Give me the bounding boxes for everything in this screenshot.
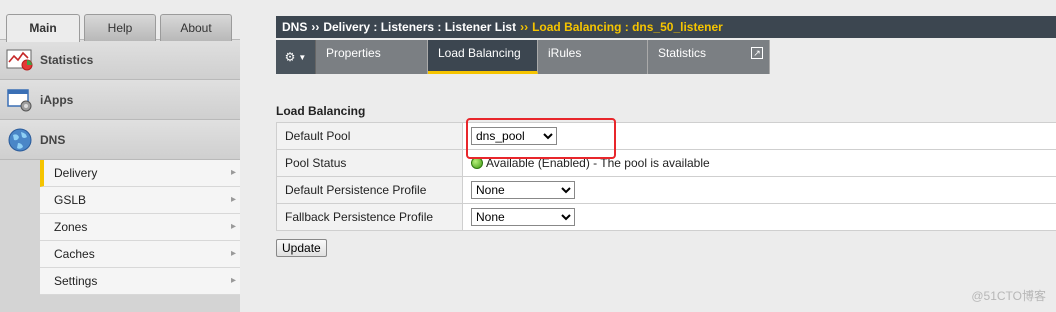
breadcrumb-separator: ›› xyxy=(311,20,320,34)
tab-statistics-label: Statistics xyxy=(658,46,707,60)
fallback-persistence-cell: None xyxy=(462,203,1056,231)
pool-status-value: Available (Enabled) - The pool is availa… xyxy=(486,156,710,170)
submenu-item-caches[interactable]: Caches ▸ xyxy=(40,241,240,268)
gear-menu-button[interactable]: ⚙ ▼ xyxy=(276,40,316,74)
object-tab-bar: ⚙ ▼ Properties Load Balancing iRules Stat… xyxy=(276,40,770,74)
load-balancing-form: Load Balancing Default Pool dns_pool Poo… xyxy=(276,104,1056,257)
top-tab-bar: Main Help About xyxy=(0,0,240,42)
breadcrumb: DNS ›› Delivery : Listeners : Listener Lis… xyxy=(276,16,1056,38)
fallback-persistence-label: Fallback Persistence Profile xyxy=(276,203,463,231)
submenu-item-label: GSLB xyxy=(54,193,87,207)
status-available-icon xyxy=(471,157,483,169)
chevron-right-icon: ▸ xyxy=(230,248,236,259)
submenu-item-zones[interactable]: Zones ▸ xyxy=(40,214,240,241)
default-persistence-select[interactable]: None xyxy=(471,181,575,199)
tab-about[interactable]: About xyxy=(160,14,232,41)
table-row: Fallback Persistence Profile None xyxy=(276,203,1056,231)
caret-down-icon: ▼ xyxy=(298,52,307,62)
tab-properties[interactable]: Properties xyxy=(316,40,428,74)
nav-statistics[interactable]: Statistics xyxy=(0,40,240,80)
table-row: Default Pool dns_pool xyxy=(276,122,1056,150)
breadcrumb-separator: ›› xyxy=(520,20,529,34)
tab-irules[interactable]: iRules xyxy=(538,40,648,74)
default-pool-label: Default Pool xyxy=(276,122,463,150)
table-row: Pool Status Available (Enabled) - The po… xyxy=(276,149,1056,177)
dns-submenu: Delivery ▸ GSLB ▸ Zones ▸ Caches ▸ Setti… xyxy=(0,160,240,299)
submenu-item-delivery[interactable]: Delivery ▸ xyxy=(40,160,240,187)
tab-statistics[interactable]: Statistics ↗ xyxy=(648,40,770,74)
iapps-icon xyxy=(6,86,34,114)
chevron-right-icon: ▸ xyxy=(230,221,236,232)
submenu-item-settings[interactable]: Settings ▸ xyxy=(40,268,240,295)
nav-dns[interactable]: DNS xyxy=(0,120,240,160)
default-pool-cell: dns_pool xyxy=(462,122,1056,150)
pool-status-cell: Available (Enabled) - The pool is availa… xyxy=(462,149,1056,177)
globe-icon xyxy=(6,126,34,154)
chevron-right-icon: ▸ xyxy=(230,194,236,205)
watermark: @51CTO博客 xyxy=(971,289,1046,303)
pool-status-label: Pool Status xyxy=(276,149,463,177)
tab-help[interactable]: Help xyxy=(84,14,156,41)
submenu-item-gslb[interactable]: GSLB ▸ xyxy=(40,187,240,214)
statistics-icon xyxy=(6,46,34,74)
popout-icon[interactable]: ↗ xyxy=(751,47,763,59)
default-persistence-cell: None xyxy=(462,176,1056,204)
fallback-persistence-select[interactable]: None xyxy=(471,208,575,226)
breadcrumb-dns[interactable]: DNS xyxy=(282,20,307,34)
tab-load-balancing[interactable]: Load Balancing xyxy=(428,40,538,74)
main-panel: DNS ›› Delivery : Listeners : Listener Lis… xyxy=(240,0,1056,312)
submenu-item-label: Delivery xyxy=(54,166,98,180)
gear-icon: ⚙ xyxy=(284,50,296,64)
submenu-item-label: Caches xyxy=(54,247,95,261)
nav-dns-label: DNS xyxy=(40,132,66,147)
default-persistence-label: Default Persistence Profile xyxy=(276,176,463,204)
tab-main[interactable]: Main xyxy=(6,14,80,42)
nav-statistics-label: Statistics xyxy=(40,52,94,67)
properties-table: Default Pool dns_pool Pool Status Availa… xyxy=(276,122,1056,231)
update-button[interactable]: Update xyxy=(276,239,327,257)
nav-iapps-label: iApps xyxy=(40,92,74,107)
breadcrumb-current: Load Balancing : dns_50_listener xyxy=(532,20,723,34)
chevron-right-icon: ▸ xyxy=(230,275,236,286)
submenu-item-label: Settings xyxy=(54,274,98,288)
breadcrumb-listener-list[interactable]: Delivery : Listeners : Listener List xyxy=(323,20,516,34)
submenu-item-label: Zones xyxy=(54,220,88,234)
table-row: Default Persistence Profile None xyxy=(276,176,1056,204)
chevron-right-icon: ▸ xyxy=(230,167,236,178)
section-title: Load Balancing xyxy=(276,104,366,118)
default-pool-select[interactable]: dns_pool xyxy=(471,127,557,145)
nav-iapps[interactable]: iApps xyxy=(0,80,240,120)
sidebar: Main Help About Statistics iApps DNS Del… xyxy=(0,0,240,312)
